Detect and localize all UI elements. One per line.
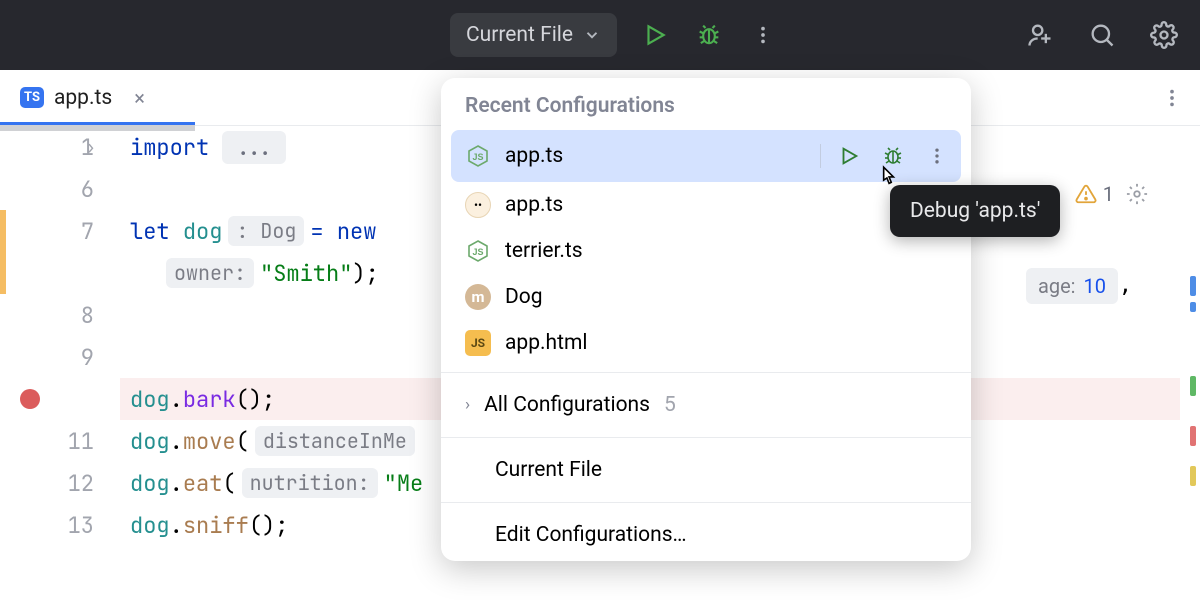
separator xyxy=(441,372,971,373)
config-label: app.html xyxy=(505,331,588,355)
search-icon[interactable] xyxy=(1086,19,1118,51)
divider xyxy=(820,144,821,168)
config-item-app-html[interactable]: JS app.html xyxy=(441,320,971,366)
hint-value: 10 xyxy=(1084,274,1106,298)
code-text: , xyxy=(1119,273,1132,298)
code-text: ( xyxy=(236,427,249,456)
svg-text:JS: JS xyxy=(472,152,483,162)
ts-file-icon: TS xyxy=(20,87,44,108)
tab-app-ts[interactable]: TS app.ts × xyxy=(0,70,161,125)
all-config-count: 5 xyxy=(664,393,676,417)
mocha-icon: m xyxy=(465,284,491,310)
code-text: . xyxy=(170,511,183,540)
code-text: move xyxy=(183,427,236,456)
svg-text:JS: JS xyxy=(472,247,483,257)
config-label: app.ts xyxy=(505,144,563,168)
code-text: dog xyxy=(183,217,223,246)
code-text: . xyxy=(170,427,183,456)
edit-configurations[interactable]: Edit Configurations… xyxy=(441,509,971,561)
hint-label: age: xyxy=(1038,274,1076,298)
param-hint: nutrition: xyxy=(242,468,378,498)
code-text: "Smith" xyxy=(260,259,352,288)
run-button[interactable] xyxy=(639,19,671,51)
code-text: dog xyxy=(130,469,170,498)
code-text: bark xyxy=(183,385,236,414)
config-item-terrier[interactable]: JS terrier.ts xyxy=(441,228,971,274)
nodejs-icon: JS xyxy=(465,238,491,264)
line-number: 12 xyxy=(68,469,94,498)
line-number: 13 xyxy=(68,511,94,540)
run-config-selector[interactable]: Current File xyxy=(450,13,617,57)
run-config-label: Current File xyxy=(466,23,573,47)
fold-icon[interactable]: › xyxy=(85,136,96,159)
code-text: . xyxy=(170,385,183,414)
stripe-marker[interactable] xyxy=(1190,426,1196,446)
all-config-label: All Configurations xyxy=(484,393,650,417)
more-actions-icon[interactable] xyxy=(747,19,779,51)
code-text: dog xyxy=(130,427,170,456)
code-text: (); xyxy=(236,385,276,414)
code-text: let xyxy=(130,217,170,246)
popup-section-header: Recent Configurations xyxy=(441,78,971,130)
code-text: dog xyxy=(130,511,170,540)
stripe-marker[interactable] xyxy=(1190,276,1196,296)
edit-config-label: Edit Configurations… xyxy=(495,523,687,547)
code-text: import xyxy=(130,133,209,162)
param-hint: owner: xyxy=(166,258,254,288)
tooltip: Debug 'app.ts' xyxy=(890,185,1060,237)
code-text: eat xyxy=(183,469,223,498)
run-config-popup: Recent Configurations JS app.ts xyxy=(441,78,971,561)
js-file-icon: JS xyxy=(465,330,491,356)
stripe-marker[interactable] xyxy=(1190,376,1196,396)
code-text: (); xyxy=(249,511,289,540)
folded-region[interactable]: ... xyxy=(222,131,286,164)
main-toolbar: Current File xyxy=(0,0,1200,70)
code-text: = new xyxy=(310,217,376,246)
line-number: 9 xyxy=(81,343,94,372)
stripe-marker[interactable] xyxy=(1190,466,1196,486)
code-text: . xyxy=(170,469,183,498)
current-file-option[interactable]: Current File xyxy=(441,444,971,496)
config-label: terrier.ts xyxy=(505,239,583,263)
cursor-icon xyxy=(875,165,901,197)
nodejs-icon: JS xyxy=(465,143,491,169)
gutter: 1› 6 7 8 9 11 12 13 xyxy=(0,126,120,600)
bun-icon: •• xyxy=(465,192,491,218)
chevron-down-icon xyxy=(583,26,601,44)
line-number: 7 xyxy=(81,217,94,246)
line-number: 6 xyxy=(81,175,94,204)
code-text: ( xyxy=(222,469,235,498)
settings-icon[interactable] xyxy=(1148,19,1180,51)
run-config-run-icon[interactable] xyxy=(833,140,865,172)
code-text: "Me xyxy=(384,469,424,498)
line-number: 8 xyxy=(81,301,94,330)
breakpoint-icon[interactable] xyxy=(20,389,40,409)
tooltip-text: Debug 'app.ts' xyxy=(910,199,1040,223)
code-text: dog xyxy=(130,385,170,414)
current-file-label: Current File xyxy=(495,458,602,482)
line-number: 11 xyxy=(68,427,94,456)
code-with-me-icon[interactable] xyxy=(1024,19,1056,51)
tab-label: app.ts xyxy=(54,86,112,110)
error-stripe[interactable] xyxy=(1186,126,1200,600)
all-configurations[interactable]: › All Configurations 5 xyxy=(441,379,971,431)
close-tab-icon[interactable]: × xyxy=(134,86,145,110)
config-label: Dog xyxy=(505,285,543,309)
inline-hint-chip: age: 10 xyxy=(1026,268,1118,304)
code-text: sniff xyxy=(183,511,249,540)
chevron-right-icon: › xyxy=(465,395,470,415)
config-item-dog[interactable]: m Dog xyxy=(441,274,971,320)
separator xyxy=(441,502,971,503)
stripe-marker[interactable] xyxy=(1190,302,1196,312)
editor-more-icon[interactable] xyxy=(1156,82,1188,114)
code-text: ); xyxy=(352,259,378,288)
separator xyxy=(441,437,971,438)
config-label: app.ts xyxy=(505,193,563,217)
debug-button[interactable] xyxy=(693,19,725,51)
run-config-more-icon[interactable] xyxy=(921,140,953,172)
type-hint: : Dog xyxy=(228,216,304,246)
param-hint: distanceInMe xyxy=(255,426,415,456)
